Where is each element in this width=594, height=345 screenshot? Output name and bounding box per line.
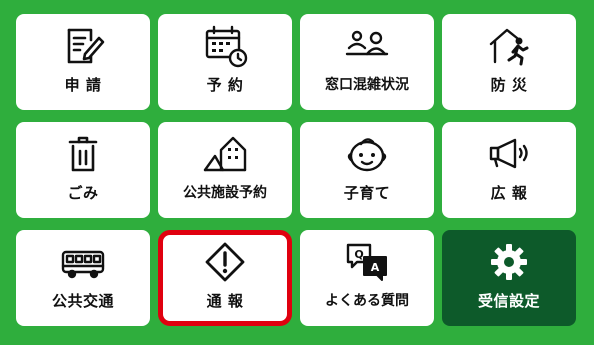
gear-icon bbox=[485, 240, 533, 284]
svg-text:Q: Q bbox=[354, 248, 363, 261]
menu-grid: 申 請 予 約 窓口混雑状況 防 災 ごみ 公共施設予約 子育て 広 報 公共交… bbox=[0, 0, 594, 345]
facility-reservation-tile[interactable]: 公共施設予約 bbox=[158, 122, 292, 218]
calendar-clock-icon bbox=[201, 24, 249, 68]
disaster-prevention-label: 防 災 bbox=[490, 76, 528, 94]
warning-diamond-icon bbox=[201, 240, 249, 284]
disaster-prevention-tile[interactable]: 防 災 bbox=[442, 14, 576, 110]
reservation-label: 予 約 bbox=[206, 76, 244, 94]
reception-settings-label: 受信設定 bbox=[477, 292, 540, 310]
counter-congestion-label: 窓口混雑状況 bbox=[325, 77, 409, 93]
svg-text:A: A bbox=[371, 261, 380, 274]
evacuation-icon bbox=[485, 24, 533, 68]
faq-tile[interactable]: Q A よくある質問 bbox=[300, 230, 434, 326]
facility-reservation-label: 公共施設予約 bbox=[183, 185, 267, 201]
faq-label: よくある質問 bbox=[325, 293, 409, 309]
report-tile[interactable]: 通 報 bbox=[158, 230, 292, 326]
facility-icon bbox=[201, 132, 249, 176]
report-label: 通 報 bbox=[206, 292, 244, 310]
child-rearing-label: 子育て bbox=[343, 184, 391, 202]
counter-congestion-tile[interactable]: 窓口混雑状況 bbox=[300, 14, 434, 110]
garbage-tile[interactable]: ごみ bbox=[16, 122, 150, 218]
public-transport-tile[interactable]: 公共交通 bbox=[16, 230, 150, 326]
garbage-label: ごみ bbox=[67, 184, 99, 202]
megaphone-icon bbox=[485, 132, 533, 176]
reception-settings-tile[interactable]: 受信設定 bbox=[442, 230, 576, 326]
document-pen-icon bbox=[59, 24, 107, 68]
bus-icon bbox=[59, 240, 107, 284]
application-tile[interactable]: 申 請 bbox=[16, 14, 150, 110]
public-relations-tile[interactable]: 広 報 bbox=[442, 122, 576, 218]
reservation-tile[interactable]: 予 約 bbox=[158, 14, 292, 110]
application-label: 申 請 bbox=[64, 76, 102, 94]
people-counter-icon bbox=[343, 24, 391, 68]
child-rearing-tile[interactable]: 子育て bbox=[300, 122, 434, 218]
trash-can-icon bbox=[59, 132, 107, 176]
public-relations-label: 広 報 bbox=[490, 184, 528, 202]
qa-bubbles-icon: Q A bbox=[343, 240, 391, 284]
baby-face-icon bbox=[343, 132, 391, 176]
public-transport-label: 公共交通 bbox=[51, 292, 114, 310]
